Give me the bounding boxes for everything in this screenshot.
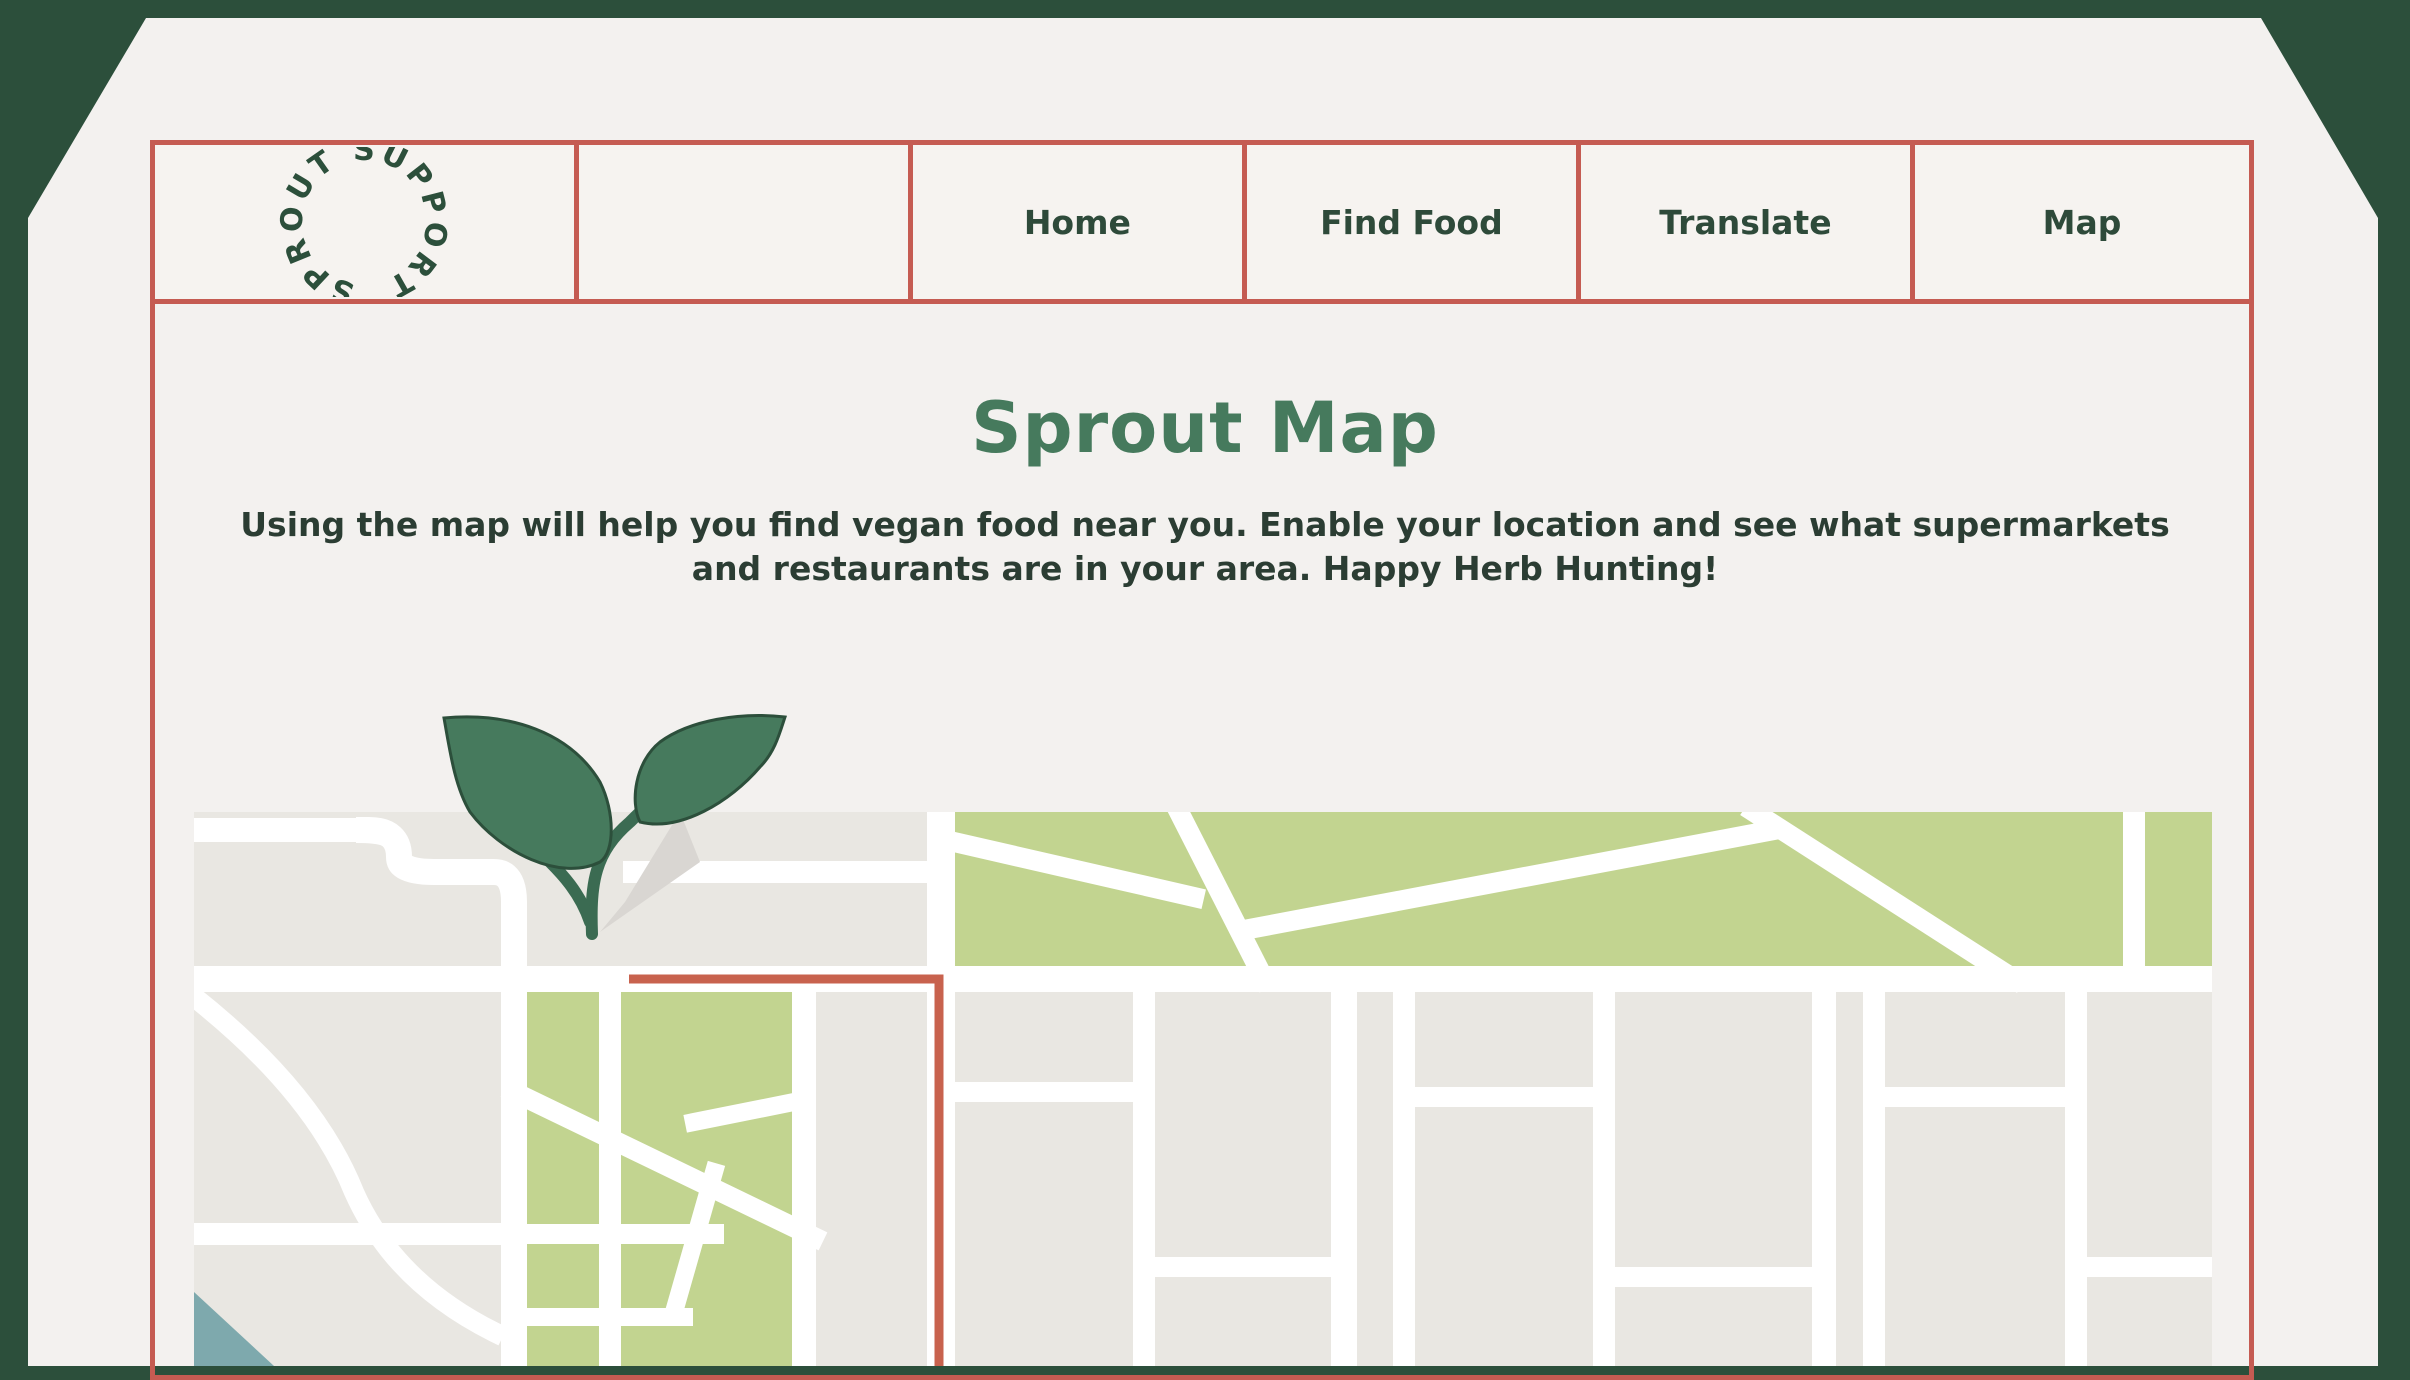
sprout-support-logo: SPROUT SUPPORT [279, 147, 449, 297]
nav-home-link[interactable]: Home [913, 145, 1247, 299]
logo[interactable]: SPROUT SUPPORT [155, 145, 579, 299]
top-navigation: SPROUT SUPPORT Home Find Food Translate … [150, 140, 2254, 304]
nav-map-link[interactable]: Map [1915, 145, 2249, 299]
logo-text: SPROUT SUPPORT [279, 147, 449, 297]
svg-text:SPROUT SUPPORT: SPROUT SUPPORT [279, 147, 449, 297]
nav-translate-link[interactable]: Translate [1581, 145, 1915, 299]
nav-find-food-link[interactable]: Find Food [1247, 145, 1581, 299]
nav-spacer [579, 145, 913, 299]
intro-text: Using the map will help you find vegan f… [240, 505, 2170, 588]
page-title: Sprout Map [971, 386, 1439, 469]
sprout-leaf-pin-icon[interactable] [440, 712, 790, 956]
